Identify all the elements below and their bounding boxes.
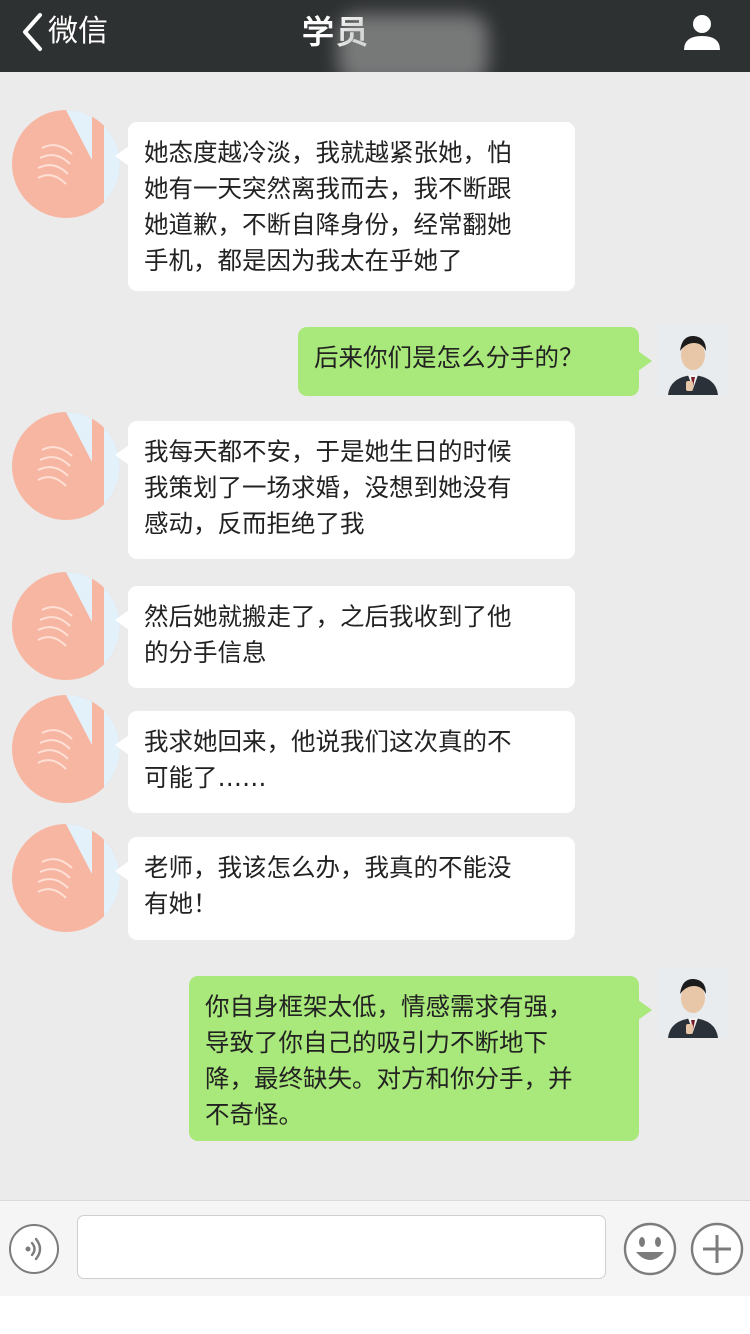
message-bubble: 老师，我该怎么办，我真的不能没 有她！ — [115, 837, 575, 940]
more-button[interactable] — [690, 1222, 744, 1276]
back-button[interactable]: 微信 — [20, 10, 108, 54]
voice-icon — [25, 1237, 42, 1261]
contact-avatar[interactable] — [12, 110, 120, 218]
chat-area[interactable]: 她态度越冷淡，我就越紧张她，怕 她有一天突然离我而去，我不断跟 她道歉，不断自降… — [0, 72, 750, 1200]
plus-icon — [690, 1222, 744, 1276]
message-input[interactable] — [77, 1215, 606, 1279]
input-bar — [0, 1200, 750, 1296]
bottom-area — [0, 1296, 750, 1334]
message-bubble: 然后她就搬走了，之后我收到了他 的分手信息 — [115, 586, 575, 688]
contact-avatar[interactable] — [12, 695, 120, 803]
nav-bar: 微信 学员 — [0, 0, 750, 84]
contact-avatar[interactable] — [12, 412, 120, 520]
message-bubble: 她态度越冷淡，我就越紧张她，怕 她有一天突然离我而去，我不断跟 她道歉，不断自降… — [115, 122, 575, 291]
message-bubble: 我求她回来，他说我们这次真的不 可能了…… — [115, 711, 575, 813]
message-bubble: 我每天都不安，于是她生日的时候 我策划了一场求婚，没想到她没有 感动，反而拒绝了… — [115, 421, 575, 559]
back-label: 微信 — [48, 14, 108, 49]
profile-button[interactable] — [682, 12, 722, 52]
emoji-button[interactable] — [623, 1222, 677, 1276]
emoji-icon — [623, 1222, 677, 1276]
person-icon — [684, 15, 720, 50]
voice-button[interactable] — [9, 1224, 59, 1274]
contact-avatar[interactable] — [12, 824, 120, 932]
my-avatar[interactable] — [658, 325, 728, 395]
contact-avatar[interactable] — [12, 572, 120, 680]
message-bubble: 后来你们是怎么分手的？ — [298, 327, 652, 396]
my-avatar[interactable] — [658, 968, 728, 1038]
chevron-left-icon — [23, 13, 42, 51]
message-bubble: 你自身框架太低，情感需求有强， 导致了你自己的吸引力不断地下 降，最终缺失。对方… — [189, 976, 652, 1141]
